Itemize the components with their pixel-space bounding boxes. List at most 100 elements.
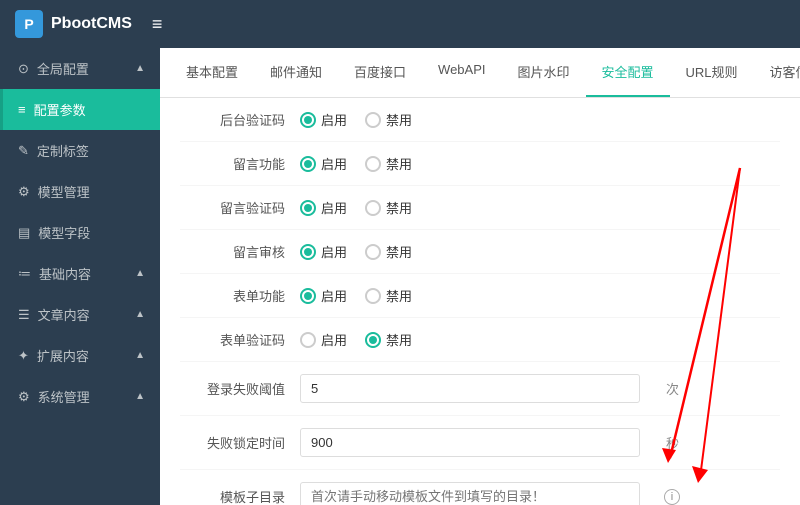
radio-circle-comment-captcha-1 bbox=[365, 200, 381, 216]
radio-label-comment-captcha-1: 禁用 bbox=[386, 198, 412, 217]
radio-circle-form-captcha-0 bbox=[300, 332, 316, 348]
sidebar-arrow-global-config: ▲ bbox=[135, 63, 145, 74]
tab-mail[interactable]: 邮件通知 bbox=[254, 48, 338, 97]
sidebar-label-article-content: 文章内容 bbox=[38, 305, 90, 324]
tab-visitor[interactable]: 访客信息 bbox=[754, 48, 800, 97]
radio-label-form-captcha-0: 启用 bbox=[321, 330, 347, 349]
radio-label-comment-captcha-0: 启用 bbox=[321, 198, 347, 217]
radio-option-form-feature-1[interactable]: 禁用 bbox=[365, 286, 412, 305]
form-control-login-fail-limit: 次 bbox=[300, 374, 679, 403]
tab-bar: 基本配置邮件通知百度接口WebAPI图片水印安全配置URL规则访客信息 bbox=[160, 48, 800, 98]
tab-security[interactable]: 安全配置 bbox=[586, 48, 670, 97]
form-control-comment-feature: 启用 禁用 bbox=[300, 154, 412, 173]
sidebar-item-basic-content[interactable]: ≔ 基础内容 ▲ bbox=[0, 253, 160, 294]
radio-label-comment-feature-1: 禁用 bbox=[386, 154, 412, 173]
sidebar-item-model-fields[interactable]: ▤ 模型字段 bbox=[0, 212, 160, 253]
sidebar-icon-extend-content: ✦ bbox=[18, 348, 29, 364]
sidebar: ⊙ 全局配置 ▲ ≡ 配置参数 ✎ 定制标签 ⚙ 模型管理 ▤ 模型字段 ≔ 基… bbox=[0, 48, 160, 505]
form-row-backend-captcha: 后台验证码启用禁用 bbox=[180, 98, 780, 142]
form-row-form-captcha: 表单验证码 启用 禁用 bbox=[180, 318, 780, 362]
sidebar-label-model-fields: 模型字段 bbox=[38, 223, 90, 242]
sidebar-item-extend-content[interactable]: ✦ 扩展内容 ▲ bbox=[0, 335, 160, 376]
form-label-template-dir: 模板子目录 bbox=[180, 487, 300, 505]
form-label-login-fail-limit: 登录失败阈值 bbox=[180, 379, 300, 398]
sidebar-arrow-extend-content: ▲ bbox=[135, 350, 145, 361]
input-login-fail-limit[interactable] bbox=[300, 374, 640, 403]
radio-option-comment-feature-1[interactable]: 禁用 bbox=[365, 154, 412, 173]
radio-option-form-captcha-1[interactable]: 禁用 bbox=[365, 330, 412, 349]
radio-label-comment-feature-0: 启用 bbox=[321, 154, 347, 173]
sidebar-label-sys-mgmt: 系统管理 bbox=[38, 387, 90, 406]
sidebar-item-model-mgmt[interactable]: ⚙ 模型管理 bbox=[0, 171, 160, 212]
form-label-backend-captcha: 后台验证码 bbox=[180, 110, 300, 129]
radio-circle-form-feature-0 bbox=[300, 288, 316, 304]
form-label-form-feature: 表单功能 bbox=[180, 286, 300, 305]
sidebar-icon-article-content: ☰ bbox=[18, 307, 30, 323]
radio-option-comment-feature-0[interactable]: 启用 bbox=[300, 154, 347, 173]
form-row-login-fail-limit: 登录失败阈值 次 bbox=[180, 362, 780, 416]
radio-option-form-captcha-0[interactable]: 启用 bbox=[300, 330, 347, 349]
logo-text: PbootCMS bbox=[51, 15, 132, 33]
sidebar-label-model-mgmt: 模型管理 bbox=[38, 182, 90, 201]
radio-option-comment-review-0[interactable]: 启用 bbox=[300, 242, 347, 261]
radio-option-form-feature-0[interactable]: 启用 bbox=[300, 286, 347, 305]
menu-toggle-button[interactable]: ≡ bbox=[152, 14, 163, 35]
form-control-comment-captcha: 启用 禁用 bbox=[300, 198, 412, 217]
sidebar-icon-basic-content: ≔ bbox=[18, 266, 31, 282]
form-label-form-captcha: 表单验证码 bbox=[180, 330, 300, 349]
radio-circle-comment-review-0 bbox=[300, 244, 316, 260]
sidebar-item-config-params[interactable]: ≡ 配置参数 bbox=[0, 89, 160, 130]
input-lock-time[interactable] bbox=[300, 428, 640, 457]
radio-option-comment-review-1[interactable]: 禁用 bbox=[365, 242, 412, 261]
tab-url[interactable]: URL规则 bbox=[670, 48, 754, 97]
radio-circle-comment-feature-0 bbox=[300, 156, 316, 172]
radio-option-backend-captcha-1[interactable]: 禁用 bbox=[365, 110, 412, 129]
sidebar-arrow-basic-content: ▲ bbox=[135, 268, 145, 279]
sidebar-label-global-config: 全局配置 bbox=[37, 59, 89, 78]
sidebar-arrow-sys-mgmt: ▲ bbox=[135, 391, 145, 402]
content-area: 后台验证码启用禁用留言功能启用禁用留言验证码启用禁用留言审核启用禁用表单功能启用… bbox=[160, 98, 800, 505]
radio-group-comment-review: 启用 禁用 bbox=[300, 242, 412, 261]
sidebar-item-custom-tags[interactable]: ✎ 定制标签 bbox=[0, 130, 160, 171]
radio-option-comment-captcha-0[interactable]: 启用 bbox=[300, 198, 347, 217]
radio-label-form-captcha-1: 禁用 bbox=[386, 330, 412, 349]
radio-group-backend-captcha: 启用禁用 bbox=[300, 110, 412, 129]
sidebar-icon-config-params: ≡ bbox=[18, 102, 26, 117]
radio-circle-backend-captcha-0 bbox=[300, 112, 316, 128]
input-template-dir[interactable] bbox=[300, 482, 640, 505]
sidebar-item-article-content[interactable]: ☰ 文章内容 ▲ bbox=[0, 294, 160, 335]
radio-option-backend-captcha-0[interactable]: 启用 bbox=[300, 110, 347, 129]
header: P PbootCMS ≡ bbox=[0, 0, 800, 48]
form-control-lock-time: 秒 bbox=[300, 428, 679, 457]
form-control-form-captcha: 启用 禁用 bbox=[300, 330, 412, 349]
form-label-comment-feature: 留言功能 bbox=[180, 154, 300, 173]
radio-label-form-feature-0: 启用 bbox=[321, 286, 347, 305]
radio-label-comment-review-1: 禁用 bbox=[386, 242, 412, 261]
sidebar-label-basic-content: 基础内容 bbox=[39, 264, 91, 283]
sidebar-label-custom-tags: 定制标签 bbox=[37, 141, 89, 160]
form-label-comment-captcha: 留言验证码 bbox=[180, 198, 300, 217]
radio-group-comment-feature: 启用 禁用 bbox=[300, 154, 412, 173]
logo: P PbootCMS bbox=[15, 10, 132, 38]
form-control-template-dir: i bbox=[300, 482, 680, 505]
radio-circle-form-captcha-1 bbox=[365, 332, 381, 348]
input-suffix-lock-time: 秒 bbox=[666, 433, 679, 452]
tab-baidu[interactable]: 百度接口 bbox=[338, 48, 422, 97]
radio-option-comment-captcha-1[interactable]: 禁用 bbox=[365, 198, 412, 217]
tab-webapi[interactable]: WebAPI bbox=[422, 48, 501, 97]
logo-icon: P bbox=[15, 10, 43, 38]
input-suffix-login-fail-limit: 次 bbox=[666, 379, 679, 398]
tab-watermark[interactable]: 图片水印 bbox=[502, 48, 586, 97]
radio-circle-comment-captcha-0 bbox=[300, 200, 316, 216]
form-control-comment-review: 启用 禁用 bbox=[300, 242, 412, 261]
sidebar-item-global-config[interactable]: ⊙ 全局配置 ▲ bbox=[0, 48, 160, 89]
info-icon-template-dir[interactable]: i bbox=[664, 489, 680, 505]
sidebar-label-config-params: 配置参数 bbox=[34, 100, 86, 119]
form-label-comment-review: 留言审核 bbox=[180, 242, 300, 261]
radio-group-form-feature: 启用禁用 bbox=[300, 286, 412, 305]
sidebar-item-sys-mgmt[interactable]: ⚙ 系统管理 ▲ bbox=[0, 376, 160, 417]
form-row-comment-review: 留言审核启用 禁用 bbox=[180, 230, 780, 274]
tab-basic[interactable]: 基本配置 bbox=[170, 48, 254, 97]
sidebar-icon-global-config: ⊙ bbox=[18, 61, 29, 77]
sidebar-icon-model-fields: ▤ bbox=[18, 225, 30, 241]
